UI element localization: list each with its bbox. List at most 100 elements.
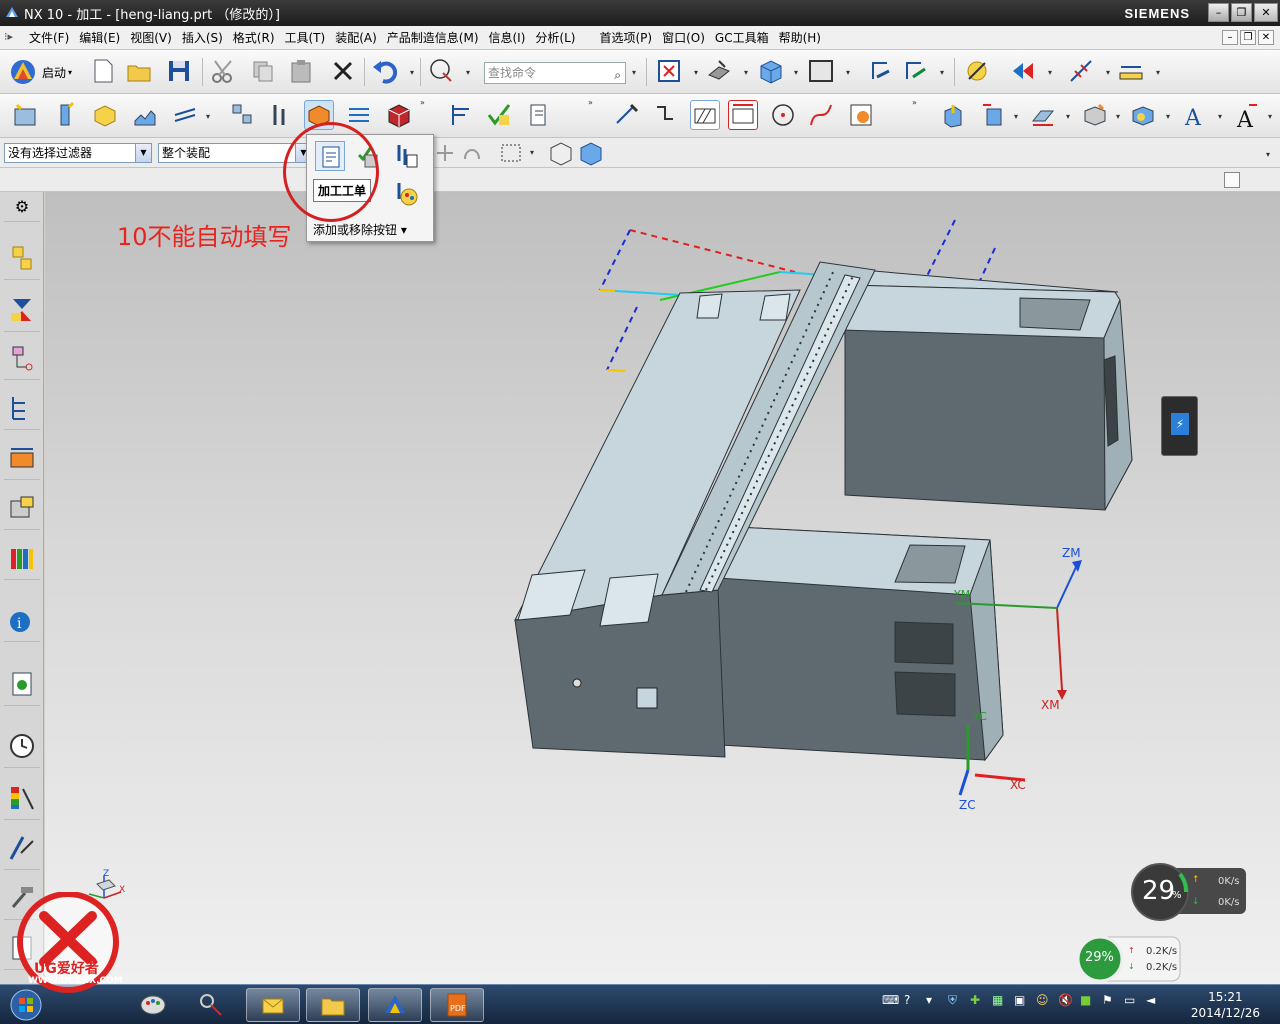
doc-close-button[interactable]: ✕ <box>1258 30 1274 45</box>
history-button[interactable] <box>4 724 40 768</box>
start-button[interactable]: 启动 ▾ <box>8 56 72 88</box>
arc-button[interactable] <box>806 100 836 130</box>
snap-arc-button[interactable] <box>458 138 488 168</box>
wcs-button[interactable] <box>866 56 896 86</box>
menu-format[interactable]: 格式(R) <box>228 29 280 46</box>
hd3d-tools-button[interactable]: i <box>4 598 40 642</box>
fit-view-button[interactable] <box>654 56 684 86</box>
shield-icon[interactable]: ⛨ <box>948 993 964 1009</box>
part-navigator-button[interactable] <box>4 336 40 380</box>
shop-doc-button[interactable] <box>391 179 421 209</box>
tool-list-button[interactable] <box>391 141 421 171</box>
delete-button[interactable] <box>328 56 358 86</box>
process-studio-button[interactable] <box>4 826 40 870</box>
display-part-button[interactable] <box>384 100 414 130</box>
magic-tool-button[interactable] <box>962 56 992 86</box>
dimension-button[interactable] <box>728 100 758 130</box>
circle-button[interactable] <box>768 100 798 130</box>
datum-plane-button[interactable] <box>1028 100 1058 130</box>
taskbar-snipping-app[interactable] <box>184 988 238 1022</box>
wcs-dynamic-button[interactable] <box>900 56 930 86</box>
create-tool-button[interactable] <box>50 100 80 130</box>
menu-pmi[interactable]: 产品制造信息(M) <box>382 29 484 46</box>
orient-button[interactable] <box>1008 56 1038 86</box>
text-button[interactable]: A <box>1180 100 1210 130</box>
render-style-button[interactable] <box>704 56 734 86</box>
monitor-icon[interactable]: ▣ <box>1014 993 1030 1009</box>
command-search-input[interactable]: 查找命令 ⌕ <box>484 62 626 84</box>
menu-insert[interactable]: 插入(S) <box>177 29 228 46</box>
operation-navigator-button[interactable] <box>4 386 40 430</box>
menu-window[interactable]: 窗口(O) <box>657 29 710 46</box>
constraint-navigator-button[interactable] <box>4 288 40 332</box>
create-program-button[interactable] <box>10 100 40 130</box>
selection-filter-dropdown[interactable]: 没有选择过滤器 ▼ <box>4 143 152 163</box>
point-button[interactable] <box>1066 56 1096 86</box>
sketch-button[interactable] <box>612 100 642 130</box>
menu-preferences[interactable]: 首选项(P) <box>594 29 657 46</box>
machine-tool-navigator-button[interactable] <box>4 436 40 480</box>
create-geometry-button[interactable] <box>90 100 120 130</box>
orient-view-button[interactable] <box>756 56 786 86</box>
move-face-button[interactable] <box>978 100 1008 130</box>
machining-feature-navigator-button[interactable] <box>4 486 40 530</box>
menu-analysis[interactable]: 分析(L) <box>530 29 580 46</box>
menu-gc-toolkit[interactable]: GC工具箱 <box>710 29 774 46</box>
create-operation-button[interactable] <box>170 100 200 130</box>
copy-button[interactable] <box>248 56 278 86</box>
web-browser-button[interactable] <box>4 662 40 706</box>
color-palette-button[interactable] <box>846 100 876 130</box>
paste-button[interactable] <box>286 56 316 86</box>
menu-assemblies[interactable]: 装配(A) <box>330 29 382 46</box>
undo-button[interactable] <box>370 56 400 86</box>
help-icon[interactable]: ? <box>904 993 920 1009</box>
display-icon[interactable]: ▭ <box>1124 993 1140 1009</box>
minimize-button[interactable]: – <box>1208 3 1229 22</box>
volume-mute-icon[interactable]: 🔇 <box>1058 993 1074 1009</box>
new-file-button[interactable] <box>88 56 118 86</box>
chat-icon[interactable]: ☺ <box>1036 993 1052 1009</box>
menu-information[interactable]: 信息(I) <box>484 29 531 46</box>
verify-toolpath-button[interactable] <box>484 100 514 130</box>
snap-point-button[interactable] <box>430 138 460 168</box>
nvidia-icon[interactable]: ■ <box>1080 993 1096 1009</box>
taskbar-mail-app[interactable] <box>246 988 300 1022</box>
taskbar-nx-app[interactable] <box>368 988 422 1022</box>
sketch-rectangle-button[interactable] <box>690 100 720 130</box>
create-method-button[interactable] <box>130 100 160 130</box>
panel-toggle-button[interactable] <box>1224 172 1240 188</box>
taskbar-clock[interactable]: 15:21 2014/12/26 <box>1191 989 1260 1021</box>
phone-widget[interactable]: ⚡ <box>1161 396 1198 456</box>
save-button[interactable] <box>164 56 194 86</box>
restore-button[interactable]: ❐ <box>1231 3 1252 22</box>
tool-view-button[interactable] <box>266 100 296 130</box>
menu-file[interactable]: 文件(F) <box>24 29 74 46</box>
program-order-view-button[interactable] <box>228 100 258 130</box>
background-button[interactable] <box>806 56 836 86</box>
shaded-cube-button[interactable] <box>576 138 606 168</box>
reuse-library-button[interactable] <box>4 536 40 580</box>
network-status-icon[interactable]: ▦ <box>992 993 1008 1009</box>
menu-edit[interactable]: 编辑(E) <box>74 29 125 46</box>
rectangle-select-button[interactable] <box>496 138 526 168</box>
keyboard-icon[interactable]: ⌨ <box>882 993 899 1009</box>
resource-settings-button[interactable]: ⚙ <box>4 192 40 222</box>
open-button[interactable] <box>124 56 154 86</box>
palettes-button[interactable] <box>4 776 40 820</box>
profile-button[interactable] <box>652 100 682 130</box>
speaker-icon[interactable]: ◄ <box>1146 993 1162 1009</box>
annotation-text-button[interactable]: A <box>1232 100 1262 130</box>
generate-toolpath-button[interactable] <box>446 100 476 130</box>
postprocess-button[interactable] <box>524 100 554 130</box>
doc-minimize-button[interactable]: – <box>1222 30 1238 45</box>
wireframe-cube-button[interactable] <box>546 138 576 168</box>
taskbar-explorer-app[interactable] <box>306 988 360 1022</box>
shell-button[interactable] <box>1128 100 1158 130</box>
extrude-button[interactable] <box>938 100 968 130</box>
close-button[interactable]: ✕ <box>1254 3 1278 22</box>
assembly-navigator-button[interactable] <box>4 236 40 280</box>
offset-face-button[interactable] <box>1080 100 1110 130</box>
menu-view[interactable]: 视图(V) <box>125 29 177 46</box>
doc-restore-button[interactable]: ❐ <box>1240 30 1256 45</box>
security-plus-icon[interactable]: ✚ <box>970 993 986 1009</box>
